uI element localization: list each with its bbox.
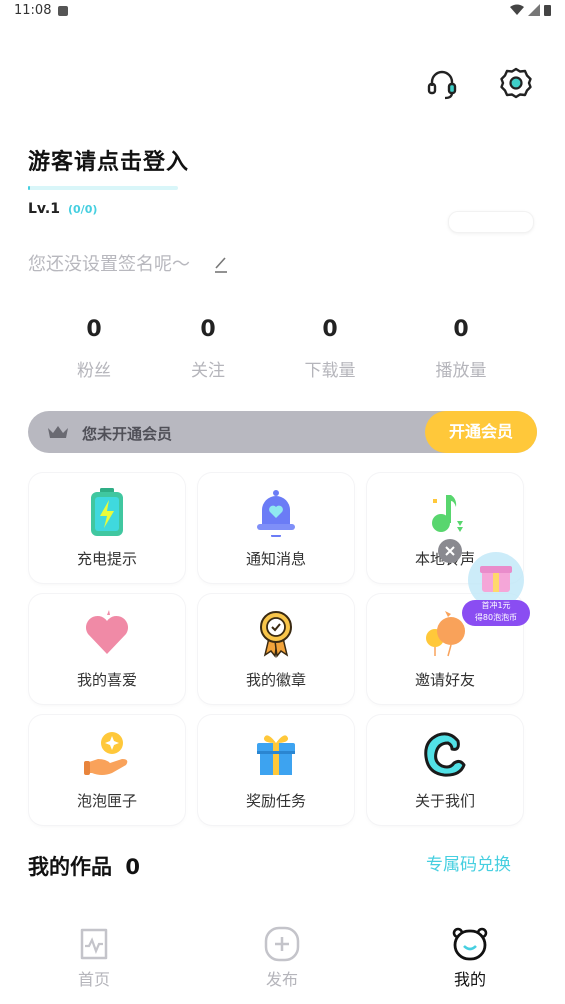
tab-label: 发布 xyxy=(265,970,298,989)
stat-label: 关注 xyxy=(191,361,225,381)
tile-label: 邀请好友 xyxy=(414,671,475,689)
signature-text[interactable]: 您还没设置签名呢～ xyxy=(28,250,190,276)
stat-label: 下载量 xyxy=(304,361,356,381)
tile-label: 充电提示 xyxy=(76,550,137,568)
crown-icon xyxy=(48,426,68,438)
open-vip-button[interactable]: 开通会员 xyxy=(425,411,537,453)
stat-label: 粉丝 xyxy=(77,361,111,381)
tile-label: 奖励任务 xyxy=(245,792,306,810)
login-prompt[interactable]: 游客请点击登入 xyxy=(28,144,189,176)
tab-label: 首页 xyxy=(77,970,110,989)
badge-medal-icon xyxy=(260,611,292,658)
promo-line2: 得80泡泡币 xyxy=(474,613,518,622)
stat-value: 0 xyxy=(200,317,216,342)
tile-label: 泡泡匣子 xyxy=(76,792,137,810)
stat-value: 0 xyxy=(453,317,469,342)
level-progress-bar xyxy=(28,186,178,190)
tile-notifications[interactable]: 通知消息 xyxy=(198,473,354,583)
tile-label: 我的喜爱 xyxy=(76,671,137,689)
tile-my-favorites[interactable]: 我的喜爱 xyxy=(29,594,185,704)
tab-publish[interactable]: 发布 xyxy=(222,926,342,990)
stat-plays[interactable]: 0 播放量 xyxy=(406,317,516,381)
home-pulse-icon xyxy=(80,928,108,960)
stat-label: 播放量 xyxy=(435,361,487,381)
tile-my-badges[interactable]: 我的徽章 xyxy=(198,594,354,704)
works-count: 0 xyxy=(125,855,140,879)
stat-following[interactable]: 0 关注 xyxy=(153,317,263,381)
first-charge-promo[interactable]: 首冲1元 得80泡泡币 xyxy=(458,550,534,630)
works-title-text: 我的作品 xyxy=(28,855,112,879)
status-icons xyxy=(510,4,551,16)
tile-label: 通知消息 xyxy=(245,550,306,568)
vip-banner[interactable]: 您未开通会员 开通会员 xyxy=(28,411,537,453)
level-label: Lv.1 xyxy=(28,201,60,217)
stat-downloads[interactable]: 0 下载量 xyxy=(275,317,385,381)
exclusive-code-exchange-link[interactable]: 专属码兑换 xyxy=(426,850,511,875)
edit-pencil-icon[interactable] xyxy=(213,254,229,274)
heart-icon xyxy=(85,610,129,654)
coin-hand-icon xyxy=(84,732,128,775)
tile-label: 我的徽章 xyxy=(245,671,306,689)
my-works-title: 我的作品 0 xyxy=(28,851,140,881)
bear-face-icon xyxy=(452,927,488,961)
tile-charge-reminder[interactable]: 充电提示 xyxy=(29,473,185,583)
battery-status-icon xyxy=(544,5,551,16)
tab-mine[interactable]: 我的 xyxy=(410,926,530,990)
tile-label: 关于我们 xyxy=(414,792,475,810)
stat-value: 0 xyxy=(322,317,338,342)
promo-line1: 首冲1元 xyxy=(481,601,511,610)
profile-edit-pill[interactable] xyxy=(448,211,534,233)
customer-service-icon[interactable] xyxy=(425,67,459,101)
level-progress-text: (0/0) xyxy=(68,203,98,216)
battery-icon xyxy=(91,488,123,536)
music-note-icon xyxy=(432,495,463,532)
tile-about-us[interactable]: 关于我们 xyxy=(367,715,523,825)
tab-label: 我的 xyxy=(453,970,486,989)
plus-circle-icon xyxy=(264,926,300,962)
notification-icon xyxy=(58,6,68,16)
stat-fans[interactable]: 0 粉丝 xyxy=(39,317,149,381)
app-logo-icon xyxy=(424,732,466,777)
tile-bubble-box[interactable]: 泡泡匣子 xyxy=(29,715,185,825)
stat-value: 0 xyxy=(86,317,102,342)
status-time: 11:08 xyxy=(14,3,52,18)
settings-gear-icon[interactable] xyxy=(499,66,533,100)
signal-icon xyxy=(528,4,540,16)
tile-reward-tasks[interactable]: 奖励任务 xyxy=(198,715,354,825)
vip-status-text: 您未开通会员 xyxy=(82,425,173,443)
gift-icon xyxy=(257,735,295,775)
bell-icon xyxy=(257,490,295,537)
tab-home[interactable]: 首页 xyxy=(34,926,154,990)
wifi-icon xyxy=(510,4,524,15)
